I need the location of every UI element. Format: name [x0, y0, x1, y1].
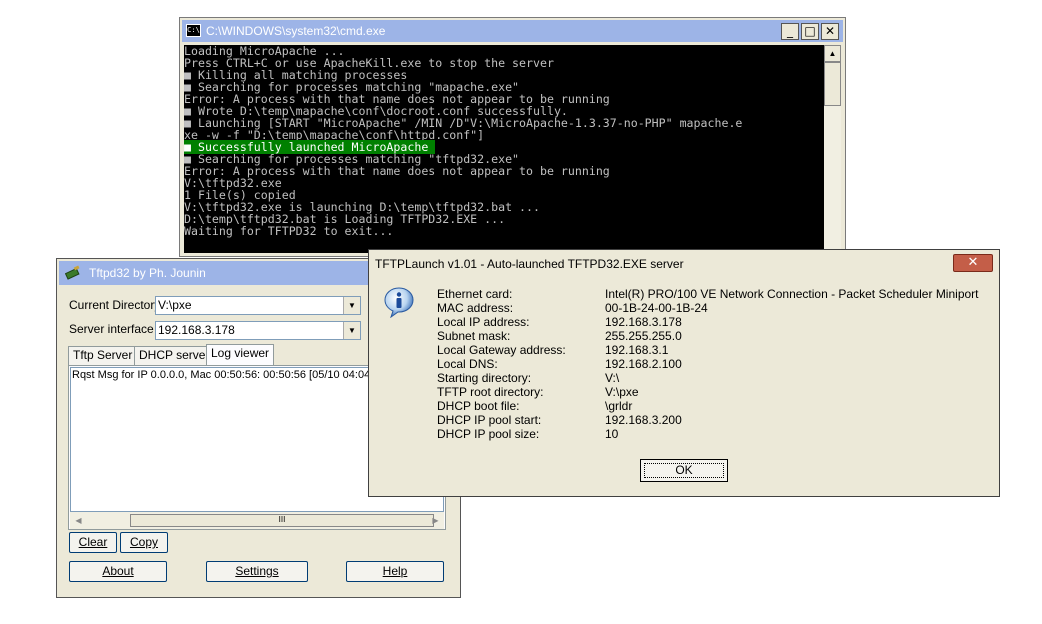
chevron-down-icon[interactable]: ▼	[343, 322, 360, 339]
copy-button[interactable]: Copy	[120, 532, 168, 553]
info-key: Local Gateway address:	[437, 343, 566, 357]
log-line: Rqst Msg for IP 0.0.0.0, Mac 00:50:56: 0…	[72, 369, 371, 381]
clear-label: Clear	[78, 535, 108, 549]
info-value: 00-1B-24-00-1B-24	[605, 301, 708, 315]
cmd-window: C:\ C:\WINDOWS\system32\cmd.exe _ □ ✕ Lo…	[179, 17, 846, 257]
info-key: Ethernet card:	[437, 287, 513, 301]
about-label: About	[102, 564, 134, 578]
server-interface-combo[interactable]: 192.168.3.178 ▼	[155, 321, 361, 340]
cmd-title: C:\WINDOWS\system32\cmd.exe	[206, 24, 386, 38]
cmd-titlebar[interactable]: C:\ C:\WINDOWS\system32\cmd.exe _ □ ✕	[182, 20, 843, 42]
help-button[interactable]: Help	[346, 561, 444, 582]
about-button[interactable]: About	[69, 561, 167, 582]
scroll-thumb[interactable]: III	[130, 514, 434, 527]
current-directory-combo[interactable]: V:\pxe ▼	[155, 296, 361, 315]
info-key: Local DNS:	[437, 357, 498, 371]
info-value: 192.168.2.100	[605, 357, 682, 371]
settings-button[interactable]: Settings	[206, 561, 308, 582]
copy-label: Copy	[129, 535, 158, 549]
console-output[interactable]: Loading MicroApache ... Press CTRL+C or …	[184, 45, 824, 253]
info-key: Local IP address:	[437, 315, 530, 329]
info-key: DHCP IP pool size:	[437, 427, 540, 441]
console-line: Waiting for TFTPD32 to exit...	[184, 224, 394, 238]
current-directory-label: Current Directory	[69, 298, 161, 312]
scroll-left-icon[interactable]: ◀	[70, 512, 87, 529]
info-value: V:\	[605, 371, 620, 385]
settings-label: Settings	[235, 564, 279, 578]
info-key: DHCP IP pool start:	[437, 413, 542, 427]
info-value: \grldr	[605, 399, 633, 413]
chevron-down-icon[interactable]: ▼	[343, 297, 360, 314]
info-value: 255.255.255.0	[605, 329, 682, 343]
info-key: DHCP boot file:	[437, 399, 520, 413]
console-scrollbar[interactable]: ▲	[824, 45, 841, 253]
info-value: 192.168.3.178	[605, 315, 682, 329]
ok-button[interactable]: OK	[640, 459, 728, 482]
current-directory-value: V:\pxe	[158, 298, 192, 312]
maximize-button[interactable]: □	[801, 23, 819, 40]
info-key: TFTP root directory:	[437, 385, 544, 399]
console-text: Loading MicroApache ... Press CTRL+C or …	[184, 45, 824, 237]
help-label: Help	[382, 564, 408, 578]
log-horizontal-scrollbar[interactable]: ◀ III ▶	[70, 512, 444, 529]
info-value: 192.168.3.1	[605, 343, 669, 357]
tftplaunch-dialog: TFTPLaunch v1.01 - Auto-launched TFTPD32…	[368, 249, 1000, 497]
tftpd32-title: Tftpd32 by Ph. Jounin	[89, 266, 206, 280]
info-value: V:\pxe	[605, 385, 639, 399]
scroll-thumb[interactable]	[824, 62, 841, 106]
tftplaunch-titlebar[interactable]: TFTPLaunch v1.01 - Auto-launched TFTPD32…	[371, 252, 997, 274]
tab-tftp-server[interactable]: Tftp Server	[68, 346, 138, 365]
tab-log-viewer[interactable]: Log viewer	[206, 344, 275, 366]
info-value: 192.168.3.200	[605, 413, 682, 427]
console-icon: C:\	[186, 24, 201, 37]
minimize-button[interactable]: _	[781, 23, 799, 40]
info-key: MAC address:	[437, 301, 514, 315]
info-value: Intel(R) PRO/100 VE Network Connection -…	[605, 287, 979, 301]
network-plug-icon	[65, 265, 80, 280]
info-key: Starting directory:	[437, 371, 532, 385]
close-button[interactable]: ✕	[821, 23, 839, 40]
close-button[interactable]: ✕	[953, 254, 993, 272]
tftplaunch-title: TFTPLaunch v1.01 - Auto-launched TFTPD32…	[375, 257, 684, 271]
info-value: 10	[605, 427, 619, 441]
clear-button[interactable]: Clear	[69, 532, 117, 553]
server-interface-value: 192.168.3.178	[158, 323, 235, 337]
tab-dhcp-server[interactable]: DHCP server	[134, 346, 215, 365]
info-icon	[384, 287, 414, 318]
info-key: Subnet mask:	[437, 329, 511, 343]
server-interface-label: Server interface	[69, 322, 154, 336]
scroll-up-icon[interactable]: ▲	[824, 45, 841, 62]
scroll-right-icon[interactable]: ▶	[427, 512, 444, 529]
